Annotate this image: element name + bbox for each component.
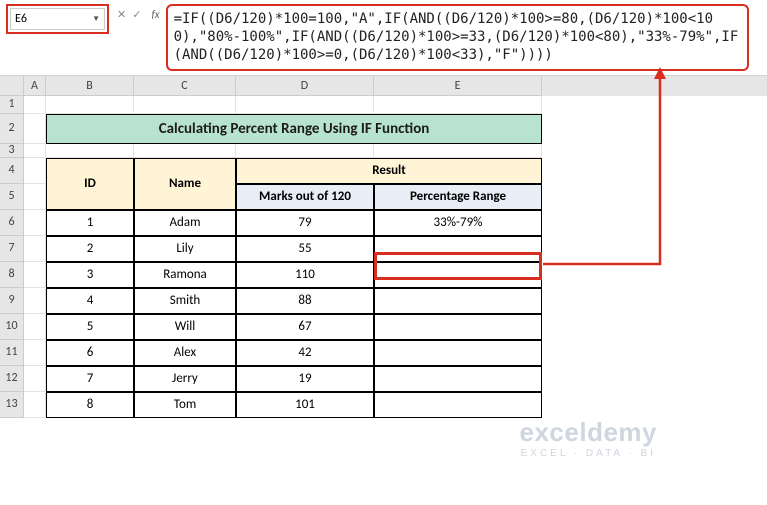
cell-range[interactable] — [374, 340, 542, 366]
row-head[interactable]: 6 — [0, 210, 24, 236]
formula-input[interactable]: =IF((D6/120)*100=100,"A",IF(AND((D6/120)… — [174, 10, 741, 65]
cell[interactable] — [24, 96, 46, 114]
cell-marks[interactable]: 55 — [236, 236, 374, 262]
cell[interactable] — [24, 114, 46, 144]
cell-range[interactable] — [374, 236, 542, 262]
cell-id[interactable]: 6 — [46, 340, 134, 366]
cell-name[interactable]: Jerry — [134, 366, 236, 392]
cell-range[interactable] — [374, 392, 542, 418]
cell-name[interactable]: Adam — [134, 210, 236, 236]
cell-marks[interactable]: 79 — [236, 210, 374, 236]
cell-name[interactable]: Alex — [134, 340, 236, 366]
cell-name[interactable]: Will — [134, 314, 236, 340]
row-head[interactable]: 10 — [0, 314, 24, 340]
cell[interactable] — [24, 288, 46, 314]
cell-name[interactable]: Ramona — [134, 262, 236, 288]
row-head[interactable]: 12 — [0, 366, 24, 392]
cell[interactable] — [24, 210, 46, 236]
cell-id[interactable]: 3 — [46, 262, 134, 288]
formula-bar-buttons: ✕ ✓ — [117, 4, 149, 21]
formula-bar: E6 ▼ ✕ ✓ fx =IF((D6/120)*100=100,"A",IF(… — [0, 0, 767, 76]
name-box-value: E6 — [15, 12, 27, 26]
cell[interactable] — [374, 96, 542, 114]
row-head[interactable]: 1 — [0, 96, 24, 114]
cell[interactable] — [24, 314, 46, 340]
cell-range[interactable]: 33%-79% — [374, 210, 542, 236]
cell-id[interactable]: 1 — [46, 210, 134, 236]
column-headers: A B C D E — [0, 76, 767, 96]
header-result[interactable]: Result — [236, 158, 542, 184]
row-head[interactable]: 13 — [0, 392, 24, 418]
grid-body: 1 2 Calculating Percent Range Using IF F… — [0, 96, 767, 418]
page-title[interactable]: Calculating Percent Range Using IF Funct… — [46, 114, 542, 144]
cell-id[interactable]: 7 — [46, 366, 134, 392]
cell-marks[interactable]: 42 — [236, 340, 374, 366]
cell[interactable] — [24, 236, 46, 262]
cell-id[interactable]: 5 — [46, 314, 134, 340]
row-head[interactable]: 8 — [0, 262, 24, 288]
cell-marks[interactable]: 67 — [236, 314, 374, 340]
cell-id[interactable]: 8 — [46, 392, 134, 418]
cell[interactable] — [374, 144, 542, 158]
cell[interactable] — [134, 144, 236, 158]
formula-highlight: =IF((D6/120)*100=100,"A",IF(AND((D6/120)… — [166, 4, 749, 71]
cell[interactable] — [24, 184, 46, 210]
cell-range[interactable] — [374, 262, 542, 288]
cell-name[interactable]: Lily — [134, 236, 236, 262]
name-box-highlight: E6 ▼ — [6, 4, 109, 34]
cell[interactable] — [236, 96, 374, 114]
cancel-icon[interactable]: ✕ — [117, 8, 126, 21]
row-head[interactable]: 5 — [0, 184, 24, 210]
cell-marks[interactable]: 101 — [236, 392, 374, 418]
check-icon[interactable]: ✓ — [132, 8, 141, 21]
cell[interactable] — [236, 144, 374, 158]
cell-id[interactable]: 4 — [46, 288, 134, 314]
row-head[interactable]: 3 — [0, 144, 24, 158]
cell[interactable] — [24, 392, 46, 418]
col-head-c[interactable]: C — [134, 76, 236, 96]
col-head-b[interactable]: B — [46, 76, 134, 96]
cell[interactable] — [24, 340, 46, 366]
cell[interactable] — [24, 158, 46, 184]
cell-range[interactable] — [374, 288, 542, 314]
name-box[interactable]: E6 ▼ — [10, 8, 105, 30]
col-head-d[interactable]: D — [236, 76, 374, 96]
cell[interactable] — [24, 262, 46, 288]
row-head[interactable]: 2 — [0, 114, 24, 144]
spreadsheet-grid: A B C D E 1 2 Calculating Percent Range … — [0, 76, 767, 418]
cell-marks[interactable]: 19 — [236, 366, 374, 392]
cell[interactable] — [134, 96, 236, 114]
fx-icon[interactable]: fx — [149, 4, 165, 21]
row-head[interactable]: 4 — [0, 158, 24, 184]
cell-name[interactable]: Tom — [134, 392, 236, 418]
chevron-down-icon[interactable]: ▼ — [92, 14, 100, 24]
cell[interactable] — [46, 144, 134, 158]
cell-marks[interactable]: 110 — [236, 262, 374, 288]
row-head[interactable]: 9 — [0, 288, 24, 314]
select-all-corner[interactable] — [0, 76, 24, 96]
col-head-e[interactable]: E — [374, 76, 542, 96]
col-head-a[interactable]: A — [24, 76, 46, 96]
cell-marks[interactable]: 88 — [236, 288, 374, 314]
watermark-subtext: EXCEL · DATA · BI — [520, 448, 657, 459]
cell[interactable] — [46, 96, 134, 114]
row-head[interactable]: 7 — [0, 236, 24, 262]
cell[interactable] — [24, 144, 46, 158]
watermark: exceldemy EXCEL · DATA · BI — [520, 417, 657, 459]
cell-id[interactable]: 2 — [46, 236, 134, 262]
cell-name[interactable]: Smith — [134, 288, 236, 314]
cell-range[interactable] — [374, 314, 542, 340]
cell-range[interactable] — [374, 366, 542, 392]
watermark-text: exceldemy — [520, 417, 657, 448]
cell[interactable] — [24, 366, 46, 392]
row-head[interactable]: 11 — [0, 340, 24, 366]
